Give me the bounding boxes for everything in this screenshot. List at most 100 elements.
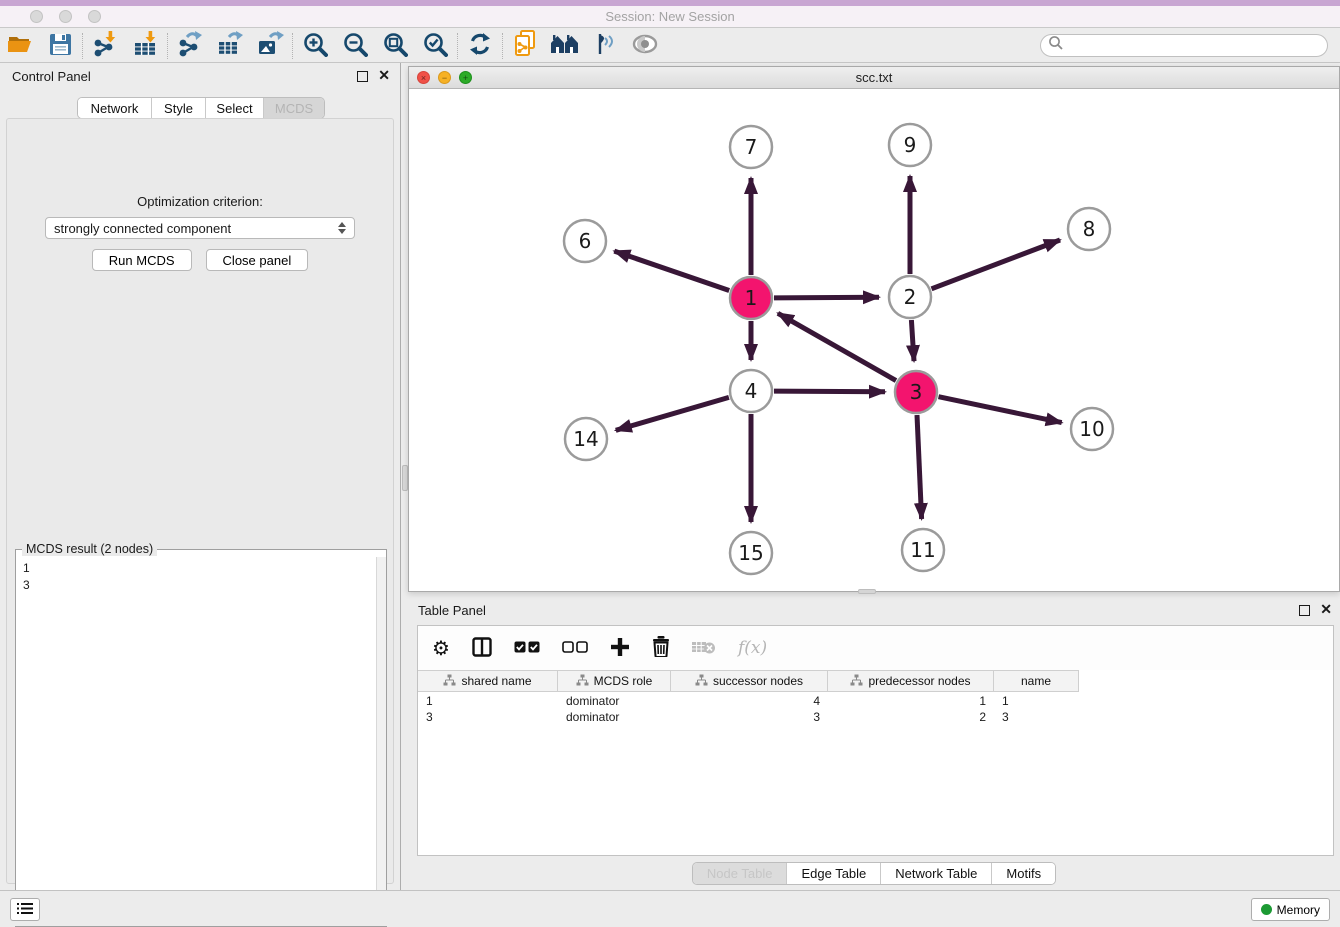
optimization-criterion-select[interactable]: strongly connected component (45, 217, 355, 239)
table-tabs: Node TableEdge TableNetwork TableMotifs (408, 862, 1340, 885)
horizontal-splitter-grip[interactable] (858, 589, 876, 594)
flag-icon (592, 32, 618, 59)
column-header-MCDS-role[interactable]: MCDS role (558, 671, 671, 691)
zoom-selected-button[interactable] (415, 31, 455, 61)
attribute-tree-icon (443, 674, 456, 689)
table-cell[interactable]: 3 (418, 710, 558, 724)
table-cell[interactable]: 2 (828, 710, 994, 724)
edge-4-3[interactable] (774, 391, 885, 392)
tab-network[interactable]: Network (78, 98, 152, 118)
select-all-columns-button[interactable] (514, 641, 540, 656)
import-network-button[interactable] (85, 31, 125, 61)
export-network-button[interactable] (170, 31, 210, 61)
table-cell[interactable]: dominator (558, 710, 671, 724)
control-panel-title: Control Panel (12, 69, 91, 84)
column-header-predecessor-nodes[interactable]: predecessor nodes (828, 671, 994, 691)
memory-status-icon (1261, 904, 1272, 915)
table-cell[interactable]: 3 (671, 710, 828, 724)
table-cell[interactable]: 1 (418, 694, 558, 708)
memory-button[interactable]: Memory (1251, 898, 1330, 921)
result-scrollbar[interactable] (376, 557, 386, 926)
table-cell[interactable]: dominator (558, 694, 671, 708)
zoom-fit-button[interactable] (375, 31, 415, 61)
unselect-all-columns-button[interactable] (562, 641, 588, 656)
search-input[interactable] (1064, 37, 1327, 55)
edge-4-14[interactable] (616, 397, 729, 430)
toolbar-separator (82, 33, 83, 59)
run-mcds-button[interactable]: Run MCDS (92, 249, 192, 271)
table-cell[interactable]: 1 (828, 694, 994, 708)
float-panel-icon[interactable] (357, 71, 368, 82)
refresh-view-button[interactable] (460, 31, 500, 61)
gear-icon: ⚙ (432, 636, 450, 661)
home-button[interactable] (545, 31, 585, 61)
graph-node-8[interactable]: 8 (1068, 208, 1110, 250)
table-row[interactable]: 1dominator411 (418, 693, 1333, 709)
show-hide-graphics-button[interactable] (625, 31, 665, 61)
network-window-titlebar[interactable]: × − + scc.txt (409, 67, 1339, 89)
zoom-out-button[interactable] (335, 31, 375, 61)
search-box[interactable] (1040, 34, 1328, 57)
edge-1-2[interactable] (774, 297, 879, 298)
tab-node-table[interactable]: Node Table (693, 863, 788, 884)
level-of-detail-button[interactable] (585, 31, 625, 61)
graph-node-1[interactable]: 1 (730, 277, 772, 319)
column-header-successor-nodes[interactable]: successor nodes (671, 671, 828, 691)
network-view-window: × − + scc.txt 1 2 3 4 6 7 8 9 10 11 14 15 (408, 66, 1340, 592)
panel-splitter[interactable] (400, 63, 408, 890)
graph-node-14[interactable]: 14 (565, 418, 607, 460)
column-header-name[interactable]: name (994, 671, 1079, 691)
graph-node-11[interactable]: 11 (902, 529, 944, 571)
table-cell[interactable]: 4 (671, 694, 828, 708)
edge-3-1[interactable] (778, 313, 896, 380)
edge-3-10[interactable] (939, 397, 1062, 423)
edge-2-3[interactable] (911, 320, 914, 361)
function-builder-button[interactable]: f(x) (738, 638, 767, 658)
window-titlebar: Session: New Session (0, 0, 1340, 28)
tab-mcds[interactable]: MCDS (264, 98, 324, 118)
create-column-button[interactable] (610, 637, 630, 660)
tab-network-table[interactable]: Network Table (881, 863, 992, 884)
float-table-panel-icon[interactable] (1299, 605, 1310, 616)
edge-3-11[interactable] (917, 415, 922, 519)
export-image-button[interactable] (250, 31, 290, 61)
save-session-button[interactable] (40, 31, 80, 61)
save-disk-icon (49, 33, 72, 59)
graph-node-7[interactable]: 7 (730, 126, 772, 168)
table-settings-button[interactable]: ⚙ (432, 636, 450, 661)
main-toolbar (0, 29, 1340, 63)
graph-node-3[interactable]: 3 (895, 371, 937, 413)
table-cell[interactable]: 3 (994, 710, 1079, 724)
table-row[interactable]: 3dominator323 (418, 709, 1333, 725)
mcds-result-list[interactable]: 13 (17, 558, 375, 925)
clone-network-button[interactable] (505, 31, 545, 61)
tab-edge-table[interactable]: Edge Table (787, 863, 881, 884)
close-panel-icon[interactable]: ✕ (378, 67, 390, 84)
graph-node-10[interactable]: 10 (1071, 408, 1113, 450)
import-network-icon (92, 31, 118, 60)
tab-style[interactable]: Style (152, 98, 206, 118)
import-table-button[interactable] (125, 31, 165, 61)
table-cell[interactable]: 1 (994, 694, 1079, 708)
control-panel: Control Panel ✕ NetworkStyleSelectMCDS O… (0, 63, 400, 890)
close-table-panel-icon[interactable]: ✕ (1320, 601, 1332, 618)
delete-table-button[interactable] (692, 639, 716, 658)
tab-motifs[interactable]: Motifs (992, 863, 1055, 884)
edge-1-6[interactable] (614, 251, 729, 290)
network-canvas[interactable]: 1 2 3 4 6 7 8 9 10 11 14 15 (409, 89, 1339, 591)
delete-column-button[interactable] (652, 636, 670, 660)
graph-node-9[interactable]: 9 (889, 124, 931, 166)
column-header-shared-name[interactable]: shared name (418, 671, 558, 691)
show-column-button[interactable] (472, 637, 492, 660)
task-history-button[interactable] (10, 898, 40, 921)
edge-2-8[interactable] (932, 240, 1061, 289)
zoom-in-button[interactable] (295, 31, 335, 61)
close-panel-button[interactable]: Close panel (206, 249, 309, 271)
export-table-button[interactable] (210, 31, 250, 61)
graph-node-15[interactable]: 15 (730, 532, 772, 574)
graph-node-2[interactable]: 2 (889, 276, 931, 318)
graph-node-6[interactable]: 6 (564, 220, 606, 262)
open-session-button[interactable] (0, 31, 40, 61)
tab-select[interactable]: Select (206, 98, 264, 118)
graph-node-4[interactable]: 4 (730, 370, 772, 412)
